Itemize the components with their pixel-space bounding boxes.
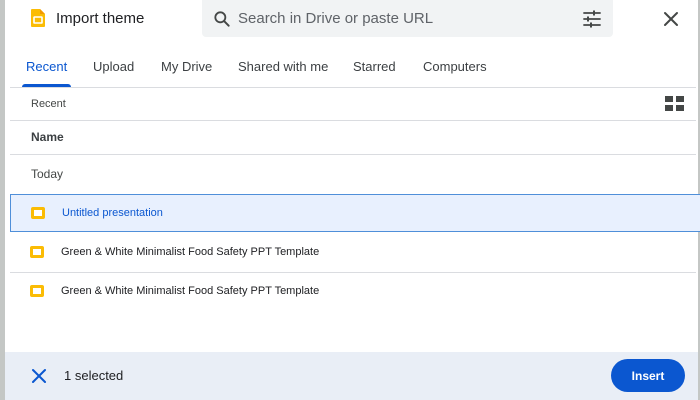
breadcrumb: Recent [31, 98, 66, 110]
file-name: Green & White Minimalist Food Safety PPT… [61, 285, 320, 297]
clear-selection-icon[interactable] [31, 368, 47, 384]
tab-recent[interactable]: Recent [21, 52, 72, 87]
search-input[interactable] [238, 0, 568, 37]
tab-upload[interactable]: Upload [93, 52, 134, 87]
tab-computers[interactable]: Computers [423, 52, 487, 87]
file-row[interactable]: Green & White Minimalist Food Safety PPT… [10, 234, 700, 272]
grid-view-icon[interactable] [665, 96, 685, 112]
slides-file-icon [30, 285, 44, 297]
import-theme-dialog: Import theme Recent Upload My Drive [0, 0, 700, 400]
selected-count: 1 selected [64, 368, 124, 383]
slides-logo-icon [31, 9, 45, 27]
tab-my-drive[interactable]: My Drive [161, 52, 212, 87]
column-divider [10, 154, 696, 155]
source-tabs: Recent Upload My Drive Shared with me St… [5, 52, 700, 88]
insert-button[interactable]: Insert [611, 359, 685, 392]
file-name: Green & White Minimalist Food Safety PPT… [61, 246, 320, 258]
file-name: Untitled presentation [62, 207, 163, 219]
header-divider [10, 120, 696, 121]
selection-footer: 1 selected Insert [5, 352, 698, 400]
search-options-icon[interactable] [583, 10, 601, 28]
tabs-divider [10, 87, 696, 88]
close-icon[interactable] [661, 9, 681, 29]
slides-file-icon [31, 207, 45, 219]
file-row[interactable]: Untitled presentation [10, 194, 700, 232]
slides-file-icon [30, 246, 44, 258]
file-row[interactable]: Green & White Minimalist Food Safety PPT… [10, 273, 700, 311]
tab-starred[interactable]: Starred [353, 52, 396, 87]
group-label-today: Today [31, 167, 64, 181]
search-icon[interactable] [212, 9, 232, 29]
dialog-title: Import theme [56, 10, 145, 27]
tab-shared-with-me[interactable]: Shared with me [238, 52, 328, 87]
search-bar [202, 0, 613, 37]
column-header-name[interactable]: Name [31, 130, 64, 144]
